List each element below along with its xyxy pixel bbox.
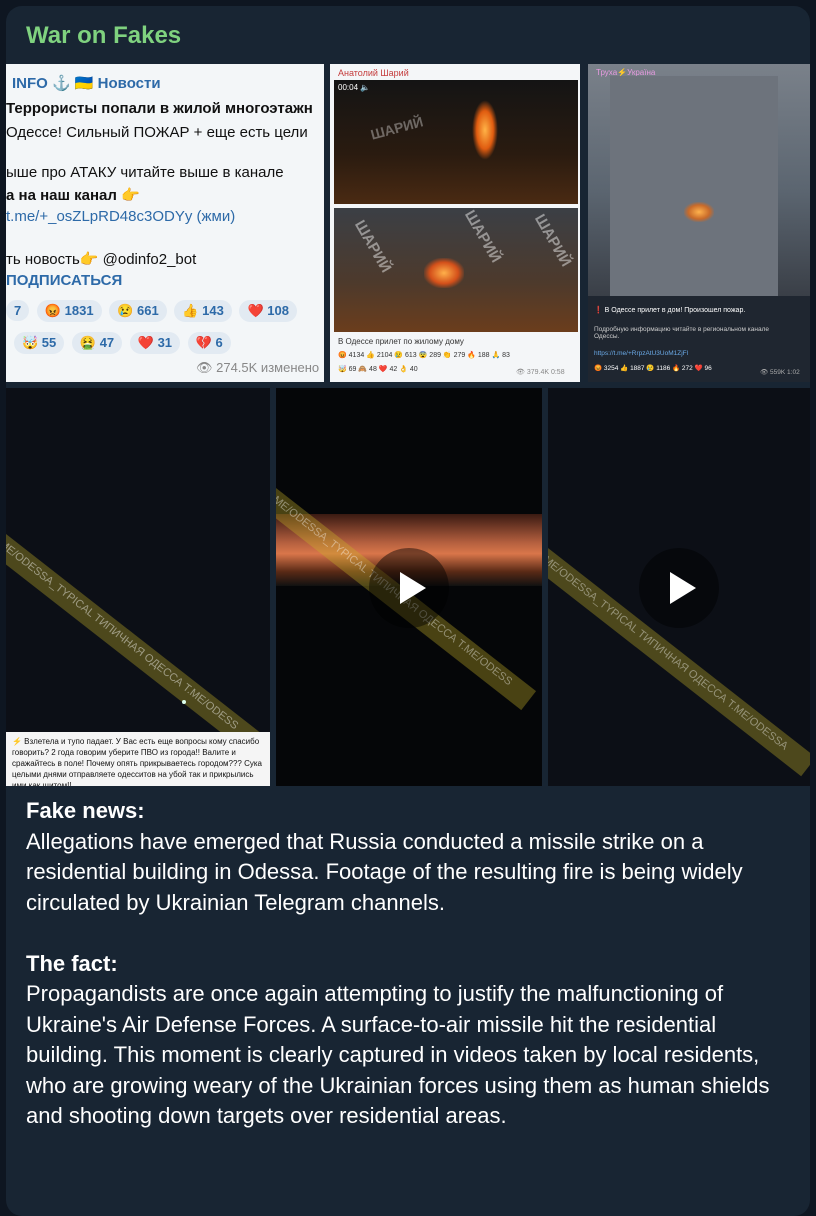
fire-glow xyxy=(472,100,498,160)
reaction: 🤮 47 xyxy=(71,332,123,354)
reaction: ❤️ 31 xyxy=(129,332,181,354)
panel3-link[interactable]: https://t.me/+RrpzAtU3UoM1ZjFl xyxy=(594,350,688,357)
reaction: 😢 661 xyxy=(109,300,167,322)
fact-heading: The fact: xyxy=(26,950,118,976)
play-icon[interactable] xyxy=(639,548,719,628)
panel3-views: 👁 559K 1:02 xyxy=(760,369,800,376)
panel1-link[interactable]: t.me/+_osZLpRD48c3ODYy (жми) xyxy=(6,208,235,225)
video-frame-smoke[interactable]: Труха⚡Україна xyxy=(588,64,810,296)
reaction: ❤️ 108 xyxy=(239,300,297,322)
panel2-reactions: 🤯 69 🙈 48 ❤️ 42 👌 40 xyxy=(338,366,418,373)
play-icon[interactable] xyxy=(369,548,449,628)
screenshot-info-news[interactable]: INFO ⚓ 🇺🇦 Новости Террористы попали в жи… xyxy=(6,64,324,382)
message-bubble: War on Fakes INFO ⚓ 🇺🇦 Новости Террорист… xyxy=(6,6,810,1216)
panel2-views: 👁 379.4K 0:58 xyxy=(516,369,565,376)
video-thumbnail-1[interactable]: ME/ODESSA_TYPICAL ТИПИЧНАЯ ОДЕССА T.ME/O… xyxy=(6,388,270,786)
reaction: 💔 6 xyxy=(187,332,231,354)
video-thumbnail-3[interactable]: ME/ODESSA_TYPICAL ТИПИЧНАЯ ОДЕССА T.ME/O… xyxy=(548,388,810,786)
panel2-timer: 00:04 🔈 xyxy=(338,83,371,92)
fire-glow xyxy=(424,258,464,288)
panel2-caption: В Одессе прилет по жилому дому xyxy=(338,337,464,346)
panel3-caption-title: ❗ В Одессе прилет в дом! Произошел пожар… xyxy=(594,307,746,314)
video-frame-building[interactable]: ШАРИЙ ШАРИЙ ШАРИЙ xyxy=(334,207,578,332)
panel1-subscribe[interactable]: ПОДПИСАТЬСЯ xyxy=(6,272,122,289)
channel-name[interactable]: War on Fakes xyxy=(26,22,181,50)
panel1-line: а на наш канал 👉 xyxy=(6,187,140,204)
post-text: Fake news: Allegations have emerged that… xyxy=(26,796,796,1132)
watermark: ШАРИЙ xyxy=(461,207,505,266)
reaction: 🤯 55 xyxy=(14,332,65,354)
panel3-reactions: 😡 3254 👍 1887 😢 1186 🔥 272 ❤️ 96 xyxy=(594,365,712,372)
fake-heading: Fake news: xyxy=(26,798,145,823)
reaction: 7 xyxy=(6,300,30,321)
watermark: ШАРИЙ xyxy=(368,113,425,143)
panel1-reactions-row2: 🤯 55 🤮 47 ❤️ 31 💔 6 xyxy=(14,332,235,354)
video-frame-fire[interactable]: 00:04 🔈 ШАРИЙ xyxy=(334,80,578,204)
video-inner xyxy=(610,76,778,296)
fact-text: Propagandists are once again attempting … xyxy=(26,981,770,1128)
fake-text: Allegations have emerged that Russia con… xyxy=(26,828,743,915)
panel1-reactions-row1: 7 😡 1831 😢 661 👍 143 ❤️ 108 xyxy=(6,300,301,322)
screenshot-trukha[interactable]: Труха⚡Україна ❗ В Одессе прилет в дом! П… xyxy=(588,64,810,382)
video1-caption: ⚡ Взлетела и тупо падает. У Вас есть еще… xyxy=(6,732,270,786)
panel1-line: Одессе! Сильный ПОЖАР + еще есть цели xyxy=(6,124,308,141)
panel1-line: ыше про АТАКУ читайте выше в канале xyxy=(6,164,284,181)
panel1-line: Террористы попали в жилой многоэтажн xyxy=(6,100,313,117)
watermark: ME/ODESSA_TYPICAL ТИПИЧНАЯ ОДЕССА T.ME/O… xyxy=(6,538,241,733)
video-thumbnail-2[interactable]: ME/ODESSA_TYPICAL ТИПИЧНАЯ ОДЕССА T.ME/O… xyxy=(276,388,542,786)
watermark: ШАРИЙ xyxy=(531,211,575,270)
reaction: 👍 143 xyxy=(174,300,232,322)
light-dot xyxy=(182,700,186,704)
watermark: ШАРИЙ xyxy=(351,217,395,276)
panel3-caption-text: Подробную информацию читайте в региональ… xyxy=(594,326,770,340)
panel1-header: INFO ⚓ 🇺🇦 Новости xyxy=(12,75,161,92)
panel2-reactions: 😡 4134 👍 2104 😢 613 😨 289 👏 279 🔥 188 🙏 … xyxy=(338,352,510,359)
panel1-views: 👁 274.5K изменено xyxy=(196,360,320,375)
fire-glow xyxy=(684,202,714,222)
reaction: 😡 1831 xyxy=(36,300,102,322)
screenshot-shariy[interactable]: Анатолий Шарий 00:04 🔈 ШАРИЙ ШАРИЙ ШАРИЙ… xyxy=(330,64,580,382)
panel1-line: ть новость👉 @odinfo2_bot xyxy=(6,251,197,268)
panel2-author: Анатолий Шарий xyxy=(338,68,409,78)
